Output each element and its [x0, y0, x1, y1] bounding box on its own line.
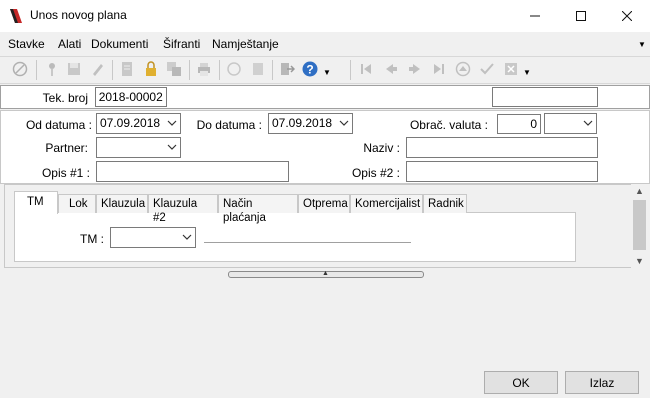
opis1-label: Opis #1 :	[41, 166, 90, 180]
toolbar-separator	[272, 60, 273, 80]
last-icon[interactable]	[431, 61, 447, 77]
tek-broj-label: Tek. broj	[42, 91, 88, 105]
print-icon[interactable]	[196, 61, 212, 77]
svg-text:?: ?	[306, 63, 313, 77]
page-icon[interactable]	[250, 61, 266, 77]
toolbar-separator	[36, 60, 37, 80]
copy-icon[interactable]	[166, 61, 182, 77]
do-datuma-label: Do datuma :	[196, 118, 262, 132]
izlaz-button[interactable]: Izlaz	[565, 371, 639, 394]
tab-komercijalist[interactable]: Komercijalist	[350, 194, 423, 213]
save-icon[interactable]	[66, 61, 82, 77]
toolbar-separator	[189, 60, 190, 80]
up-icon[interactable]	[455, 61, 471, 77]
tab-otprema[interactable]: Otprema	[298, 194, 350, 213]
minimize-button[interactable]	[512, 0, 558, 32]
menu-overflow-icon[interactable]: ▼	[638, 40, 646, 49]
tm-label: TM :	[80, 232, 104, 246]
scroll-down-icon[interactable]: ▼	[635, 256, 644, 266]
partner-combo[interactable]	[96, 137, 181, 158]
obrac-valuta-input[interactable]: 0	[497, 114, 541, 134]
minimize-icon	[530, 15, 540, 17]
close-button[interactable]	[604, 0, 650, 32]
ok-button[interactable]: OK	[484, 371, 558, 394]
tm-description-field	[204, 242, 411, 243]
pin-icon[interactable]	[44, 61, 60, 77]
exit-icon[interactable]	[279, 61, 295, 77]
tab-lok[interactable]: Lok	[58, 194, 96, 213]
menu-dokumenti[interactable]: Dokumenti	[91, 37, 148, 51]
naziv-label: Naziv :	[363, 141, 400, 155]
obrac-valuta-label: Obrač. valuta :	[409, 118, 488, 132]
partner-label: Partner:	[45, 141, 88, 155]
lock-icon[interactable]	[143, 61, 159, 77]
tab-tm[interactable]: TM	[14, 191, 58, 214]
tab-klauzula[interactable]: Klauzula	[96, 194, 148, 213]
export-icon[interactable]	[226, 61, 242, 77]
tab-radnik[interactable]: Radnik	[423, 194, 467, 213]
chevron-down-icon	[583, 120, 593, 126]
cancel-icon[interactable]	[12, 61, 28, 77]
window-title: Unos novog plana	[30, 8, 127, 22]
menu-namjestanje[interactable]: Namještanje	[212, 37, 279, 51]
toolbar-separator	[112, 60, 113, 80]
next-icon[interactable]	[407, 61, 423, 77]
help-dropdown-icon[interactable]: ▼	[323, 68, 331, 77]
maximize-icon	[576, 11, 586, 21]
check-icon[interactable]	[479, 61, 495, 77]
chevron-down-icon	[182, 234, 192, 240]
obrac-valuta-value: 0	[530, 117, 537, 131]
delete-icon[interactable]	[503, 61, 519, 77]
document-icon[interactable]	[119, 61, 135, 77]
naziv-input[interactable]	[406, 137, 598, 158]
chevron-down-icon	[167, 144, 177, 150]
tm-combo[interactable]	[110, 227, 196, 248]
chevron-down-icon	[167, 120, 177, 126]
opis2-input[interactable]	[406, 161, 598, 182]
prev-icon[interactable]	[383, 61, 399, 77]
od-datuma-label: Od datuma :	[25, 118, 92, 132]
toolbar-separator	[350, 60, 351, 80]
tek-broj-input[interactable]: 22018-00002	[95, 87, 167, 107]
obrac-valuta-combo[interactable]	[544, 113, 597, 134]
chevron-down-icon	[339, 120, 349, 126]
od-datuma-value: 07.09.2018	[100, 116, 161, 130]
help-icon[interactable]: ?	[302, 61, 318, 77]
edit-icon[interactable]	[90, 61, 106, 77]
delete-dropdown-icon[interactable]: ▼	[523, 68, 531, 77]
do-datuma-picker[interactable]: 07.09.2018	[268, 113, 353, 134]
scroll-thumb[interactable]	[633, 200, 646, 250]
close-icon	[622, 11, 632, 21]
tab-nacin-placanja[interactable]: Način plaćanja	[218, 194, 298, 224]
first-icon[interactable]	[358, 61, 374, 77]
tek-broj-value: 2018-00002	[98, 90, 163, 104]
menu-alati[interactable]: Alati	[58, 37, 81, 51]
opis1-input[interactable]	[96, 161, 289, 182]
tab-klauzula-2[interactable]: Klauzula #2	[148, 194, 218, 224]
do-datuma-value: 07.09.2018	[272, 116, 333, 130]
menu-sifranti[interactable]: Šifranti	[163, 37, 200, 51]
toolbar-separator	[219, 60, 220, 80]
tek-broj-extra-input[interactable]	[492, 87, 598, 107]
app-icon	[10, 9, 22, 23]
od-datuma-picker[interactable]: 07.09.2018	[96, 113, 181, 134]
opis2-label: Opis #2 :	[351, 166, 400, 180]
scroll-up-icon[interactable]: ▲	[635, 186, 644, 196]
maximize-button[interactable]	[558, 0, 604, 32]
menu-stavke[interactable]: Stavke	[8, 37, 45, 51]
chevron-up-icon[interactable]: ▲	[322, 270, 329, 277]
